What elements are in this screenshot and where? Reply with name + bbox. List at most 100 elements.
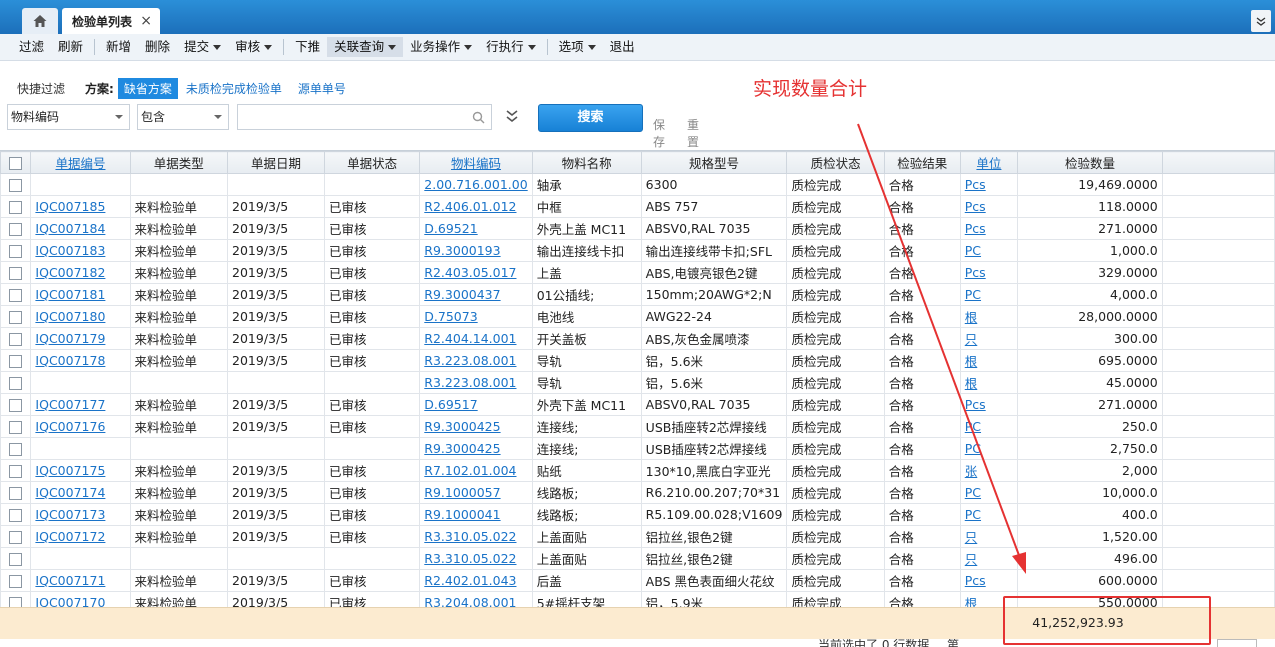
table-cell[interactable]: IQC007173 [30, 503, 131, 526]
toolbar-button[interactable]: 业务操作 [403, 37, 479, 57]
column-header[interactable]: 单据日期 [227, 151, 325, 174]
table-cell[interactable]: R3.223.08.001 [419, 371, 533, 394]
table-cell[interactable]: R3.310.05.022 [419, 525, 533, 548]
table-cell[interactable]: IQC007174 [30, 481, 131, 504]
table-cell[interactable]: IQC007180 [30, 305, 131, 328]
caret-down-icon[interactable] [213, 44, 222, 50]
toolbar-button[interactable]: 新增 [99, 37, 138, 57]
row-checkbox[interactable] [0, 195, 32, 218]
filter-value-input[interactable] [237, 104, 492, 130]
table-row[interactable]: IQC007176 来料检验单 2019/3/5 已审核 R9.3000425 连接线; U… [0, 415, 1275, 438]
table-row[interactable]: IQC007185 来料检验单 2019/3/5 已审核 R2.406.01.012 中框… [0, 195, 1275, 218]
filter-field-select[interactable]: 物料编码 [7, 104, 130, 130]
expand-filter-icon[interactable] [504, 108, 520, 126]
table-cell[interactable]: 根 [959, 305, 1019, 328]
table-cell[interactable]: 只 [959, 327, 1019, 350]
table-cell[interactable]: IQC007185 [30, 195, 131, 218]
table-cell[interactable]: 张 [959, 459, 1019, 482]
collapse-button[interactable] [1251, 10, 1271, 32]
table-cell[interactable]: IQC007175 [30, 459, 131, 482]
table-row[interactable]: R9.3000425 连接线; USB插座转2芯焊接线 质检完成 合格 PC 2,750.0 [0, 437, 1275, 460]
table-cell[interactable]: IQC007176 [30, 415, 131, 438]
table-cell[interactable]: Pcs [959, 569, 1019, 592]
row-checkbox[interactable] [0, 503, 32, 526]
table-cell[interactable]: IQC007178 [30, 349, 131, 372]
search-icon[interactable] [472, 111, 485, 124]
table-cell[interactable]: IQC007184 [30, 217, 131, 240]
toolbar-button[interactable]: 选项 [552, 37, 603, 57]
row-checkbox[interactable] [0, 393, 32, 416]
table-cell[interactable]: R7.102.01.004 [419, 459, 533, 482]
table-cell[interactable]: 根 [959, 371, 1019, 394]
table-cell[interactable]: Pcs [959, 393, 1019, 416]
column-header[interactable]: 物料名称 [531, 151, 642, 174]
table-cell[interactable]: R3.223.08.001 [419, 349, 533, 372]
reset-filter-link[interactable]: 重置 [687, 116, 699, 150]
table-cell[interactable]: PC [959, 415, 1019, 438]
toolbar-button[interactable]: 删除 [138, 37, 177, 57]
column-header[interactable]: 物料编码 [419, 151, 533, 174]
table-cell[interactable]: IQC007181 [30, 283, 131, 306]
table-cell[interactable]: IQC007183 [30, 239, 131, 262]
table-cell[interactable]: R3.204.08.001 [419, 591, 533, 607]
table-row[interactable]: IQC007177 来料检验单 2019/3/5 已审核 D.69517 外壳下盖 MC1… [0, 393, 1275, 416]
table-row[interactable]: R3.310.05.022 上盖面贴 铝拉丝,银色2键 质检完成 合格只 496.00 [0, 547, 1275, 570]
table-cell[interactable]: R3.310.05.022 [419, 547, 533, 570]
table-cell[interactable]: IQC007170 [30, 591, 131, 607]
table-row[interactable]: IQC007184 来料检验单 2019/3/5 已审核 D.69521 外壳上盖 MC1… [0, 217, 1275, 240]
row-checkbox[interactable] [0, 459, 32, 482]
row-checkbox[interactable] [0, 173, 32, 196]
scheme-source-bill-no[interactable]: 源单单号 [298, 80, 346, 97]
row-checkbox[interactable] [0, 217, 32, 240]
table-cell[interactable]: D.75073 [419, 305, 533, 328]
table-cell[interactable]: Pcs [959, 195, 1019, 218]
row-checkbox[interactable] [0, 349, 32, 372]
row-checkbox[interactable] [0, 415, 32, 438]
column-header[interactable]: 单据状态 [323, 151, 421, 174]
row-checkbox[interactable] [0, 591, 32, 607]
column-header[interactable]: 规格型号 [640, 151, 788, 174]
row-checkbox[interactable] [0, 305, 32, 328]
table-row[interactable]: IQC007172 来料检验单 2019/3/5 已审核 R3.310.05.022 上盖… [0, 525, 1275, 548]
table-row[interactable]: R3.223.08.001 导轨 铝，5.6米 质检完成 合格根 45.0000 [0, 371, 1275, 394]
table-row[interactable]: IQC007175 来料检验单 2019/3/5 已审核 R7.102.01.004 贴纸… [0, 459, 1275, 482]
table-cell[interactable]: IQC007179 [30, 327, 131, 350]
table-row[interactable]: IQC007181 来料检验单 2019/3/5 已审核 R9.3000437 01公插线… [0, 283, 1275, 306]
table-row[interactable]: IQC007179 来料检验单 2019/3/5 已审核 R2.404.14.001 开关… [0, 327, 1275, 350]
column-header[interactable]: 质检状态 [786, 151, 885, 174]
table-cell[interactable]: R9.1000041 [419, 503, 533, 526]
table-cell[interactable]: PC [959, 503, 1019, 526]
caret-down-icon[interactable] [527, 44, 536, 50]
table-cell[interactable]: Pcs [959, 173, 1019, 196]
table-row[interactable]: IQC007173 来料检验单 2019/3/5 已审核 R9.1000041 线路板; R… [0, 503, 1275, 526]
toolbar-button[interactable]: 退出 [603, 37, 642, 57]
column-header[interactable]: 单据编号 [30, 151, 131, 174]
toolbar-button[interactable]: 下推 [288, 37, 327, 57]
table-cell[interactable]: PC [959, 481, 1019, 504]
table-cell[interactable]: R9.3000193 [419, 239, 533, 262]
row-checkbox[interactable] [0, 481, 32, 504]
row-checkbox[interactable] [0, 569, 32, 592]
column-header[interactable]: 单据类型 [129, 151, 229, 174]
table-row[interactable]: 2.00.716.001.00 轴承 6300 质检完成 合格 Pcs 19,469.000… [0, 173, 1275, 196]
table-row[interactable]: IQC007171 来料检验单 2019/3/5 已审核 R2.402.01.043 后盖… [0, 569, 1275, 592]
table-row[interactable]: IQC007180 来料检验单 2019/3/5 已审核 D.75073 电池线 AWG22… [0, 305, 1275, 328]
table-cell[interactable]: R2.404.14.001 [419, 327, 533, 350]
toolbar-button[interactable]: 提交 [177, 37, 228, 57]
column-header[interactable]: 检验结果 [883, 151, 961, 174]
scheme-default[interactable]: 缺省方案 [117, 77, 178, 99]
toolbar-button[interactable]: 关联查询 [327, 37, 404, 57]
table-row[interactable]: IQC007183 来料检验单 2019/3/5 已审核 R9.3000193 输出连接线… [0, 239, 1275, 262]
table-cell[interactable]: 根 [959, 349, 1019, 372]
table-cell[interactable]: R9.3000425 [419, 415, 533, 438]
table-cell[interactable]: 2.00.716.001.00 [419, 173, 533, 196]
table-row[interactable]: IQC007182 来料检验单 2019/3/5 已审核 R2.403.05.017 上盖… [0, 261, 1275, 284]
save-filter-link[interactable]: 保存 [653, 116, 665, 150]
table-cell[interactable]: R2.403.05.017 [419, 261, 533, 284]
table-cell[interactable]: R9.1000057 [419, 481, 533, 504]
row-checkbox[interactable] [0, 283, 32, 306]
caret-down-icon[interactable] [587, 44, 596, 50]
tab-inspection-list[interactable]: 检验单列表 × [62, 8, 160, 34]
table-cell[interactable]: R2.406.01.012 [419, 195, 533, 218]
select-all-checkbox[interactable] [0, 151, 32, 174]
